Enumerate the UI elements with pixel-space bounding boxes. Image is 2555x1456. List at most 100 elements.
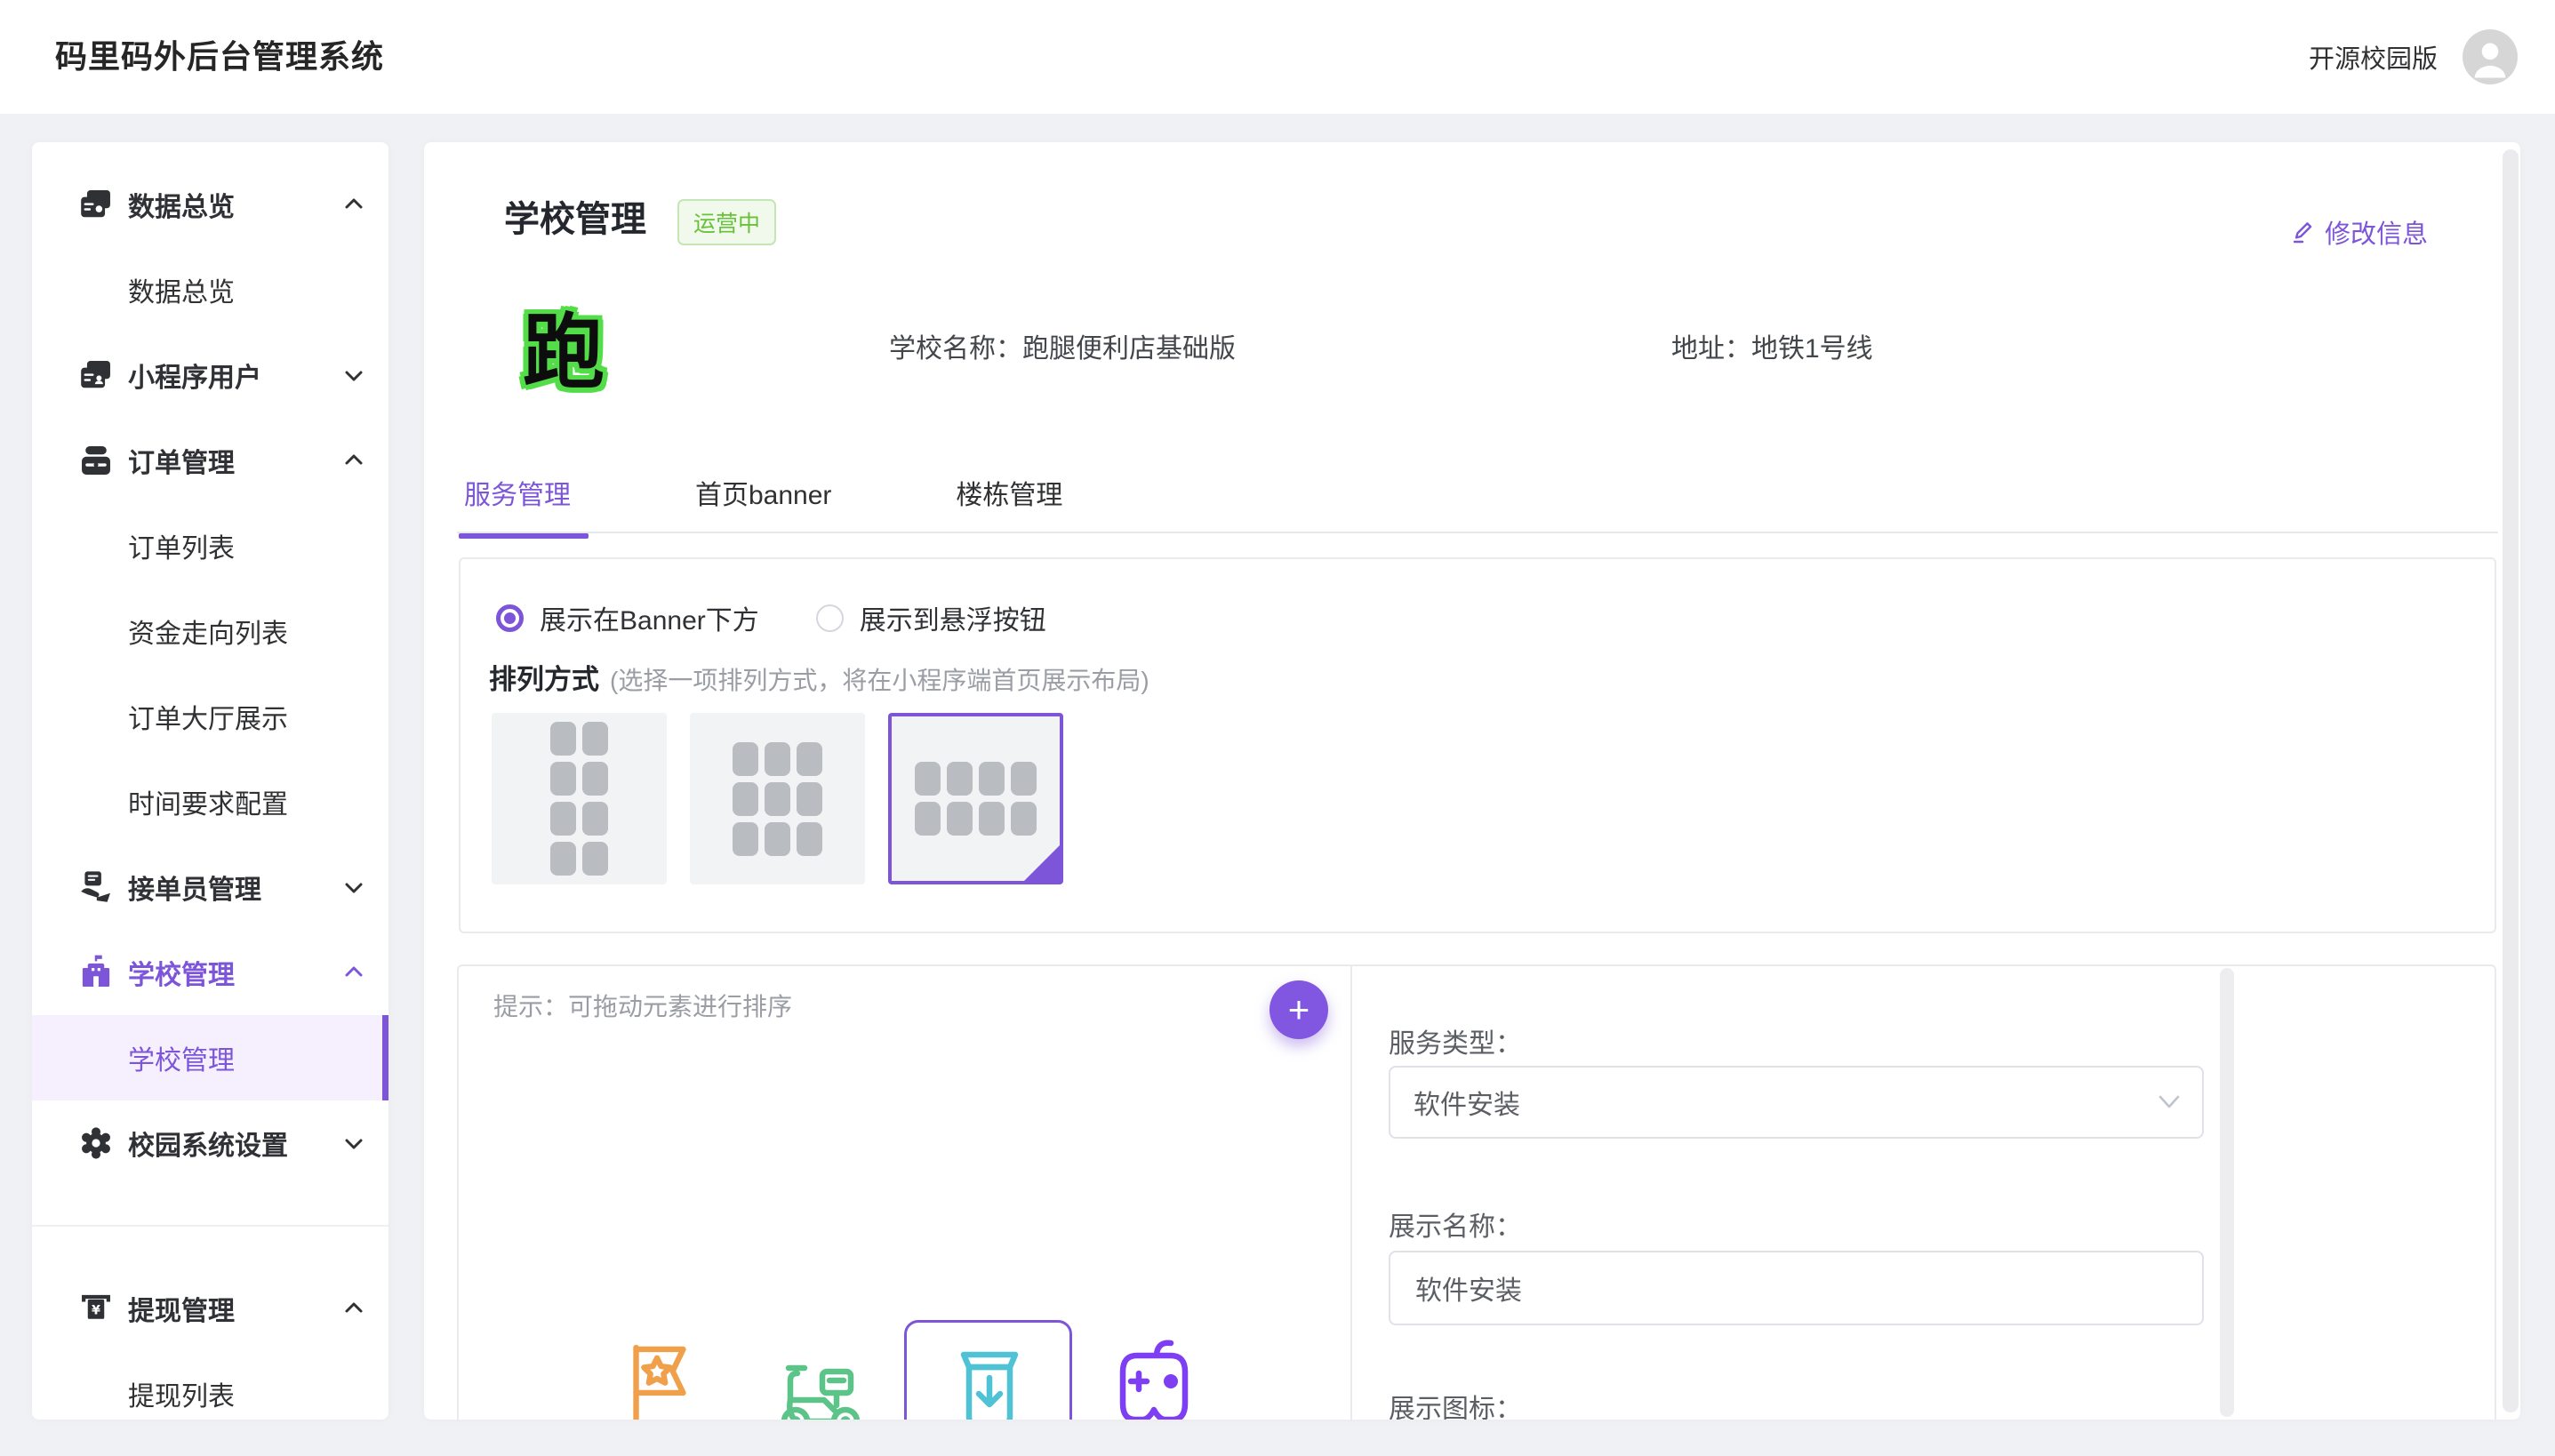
school-address-value: 地铁1号线 (1751, 334, 1873, 364)
sidebar-group-divider (32, 1225, 388, 1227)
school-address: 地址：地铁1号线 (1671, 326, 1873, 365)
edit-pen-icon (2292, 220, 2317, 244)
radio-banner-below-label: 展示在Banner下方 (540, 598, 759, 637)
chevron-up-icon (342, 961, 365, 984)
service-icon-selected-box[interactable] (904, 1320, 1072, 1420)
sidebar-item-label: 资金走向列表 (128, 612, 288, 651)
header-right: 开源校园版 (2309, 0, 2518, 114)
sidebar-item-data-overview[interactable]: 数据总览 (32, 162, 388, 247)
school-address-label: 地址： (1671, 334, 1751, 364)
display-options-panel: 展示在Banner下方 展示到悬浮按钮 排列方式 (选择一项排列方式，将在小程序… (459, 557, 2496, 933)
sidebar-item-label: 校园系统设置 (128, 1124, 288, 1163)
display-name-label: 展示名称： (1389, 1204, 1522, 1244)
sidebar-item-label: 订单列表 (128, 526, 235, 565)
sidebar-item-label: 提现列表 (128, 1374, 235, 1413)
school-name: 学校名称：跑腿便利店基础版 (889, 326, 1236, 365)
campus-settings-icon (76, 1124, 116, 1164)
layout-preview-grid (733, 742, 822, 856)
sidebar-subitem-data-overview[interactable]: 数据总览 (32, 247, 388, 332)
display-name-field[interactable] (1389, 1251, 2204, 1325)
add-service-button[interactable]: + (1269, 980, 1328, 1039)
service-type-select[interactable]: 软件安装 (1389, 1066, 2204, 1139)
radio-floating-button-label: 展示到悬浮按钮 (860, 598, 1046, 637)
sidebar-item-label: 订单管理 (128, 441, 235, 480)
withdraw-management-icon: ¥ (76, 1289, 116, 1329)
service-icon-flag-star[interactable] (615, 1338, 702, 1420)
service-icon-software-install (949, 1348, 1029, 1420)
form-scrollbar[interactable] (2220, 968, 2234, 1417)
panel-divider (1350, 966, 1352, 1420)
layout-option-3x3[interactable] (690, 713, 865, 884)
layout-option-4x2-selected[interactable] (888, 713, 1063, 884)
sidebar-item-mini-program-users[interactable]: 小程序用户 (32, 332, 388, 418)
service-icon-game-controller[interactable] (1107, 1334, 1201, 1420)
display-position-radio-group: 展示在Banner下方 展示到悬浮按钮 (496, 598, 1046, 637)
app-header: 码里码外后台管理系统 开源校园版 (0, 0, 2555, 114)
flag-star-icon (615, 1338, 702, 1420)
display-icon-label: 展示图标： (1389, 1387, 1522, 1420)
sidebar-item-label: 订单大厅展示 (128, 697, 288, 736)
layout-option-cards (492, 713, 1063, 884)
avatar[interactable] (2463, 29, 2518, 84)
chevron-down-icon (342, 1132, 365, 1155)
sidebar-item-label: 时间要求配置 (128, 782, 288, 821)
sidebar-item-courier-management[interactable]: 接单员管理 (32, 844, 388, 930)
tab-building-management[interactable]: 楼栋管理 (956, 473, 1062, 539)
edit-info-label: 修改信息 (2325, 213, 2428, 251)
delivery-scooter-icon (773, 1348, 869, 1420)
sidebar-subitem-funds-flow-list[interactable]: 资金走向列表 (32, 588, 388, 674)
mini-program-users-icon (76, 356, 116, 396)
game-controller-icon (1107, 1334, 1201, 1420)
radio-banner-below[interactable] (496, 604, 524, 632)
edition-label: 开源校园版 (2309, 38, 2438, 76)
sidebar-subitem-time-requirement-config[interactable]: 时间要求配置 (32, 759, 388, 844)
school-logo: 跑 (523, 286, 605, 404)
service-type-value: 软件安装 (1414, 1083, 1520, 1122)
chevron-up-icon (342, 449, 365, 472)
sidebar-subitem-order-list[interactable]: 订单列表 (32, 503, 388, 588)
chevron-up-icon (342, 1297, 365, 1320)
arrange-mode-row: 排列方式 (选择一项排列方式，将在小程序端首页展示布局) (489, 657, 1149, 697)
sidebar-item-withdraw-management[interactable]: ¥ 提现管理 (32, 1266, 388, 1351)
sidebar-item-label: 数据总览 (128, 185, 235, 224)
sidebar-item-label: 提现管理 (128, 1289, 235, 1328)
chevron-down-icon (342, 364, 365, 387)
display-name-input[interactable] (1414, 1272, 2146, 1304)
sidebar-item-order-management[interactable]: 订单管理 (32, 418, 388, 503)
sidebar-item-label: 学校管理 (128, 1038, 235, 1077)
data-overview-icon (76, 185, 116, 225)
sidebar-item-school-management[interactable]: 学校管理 (32, 930, 388, 1015)
app-title: 码里码外后台管理系统 (55, 0, 384, 114)
courier-management-icon (76, 868, 116, 908)
arrange-mode-label: 排列方式 (489, 657, 599, 697)
tab-divider (457, 532, 2498, 533)
sidebar-subitem-withdraw-list[interactable]: 提现列表 (32, 1351, 388, 1420)
layout-option-2x4[interactable] (492, 713, 667, 884)
sidebar-item-label: 小程序用户 (128, 356, 261, 395)
main-scrollbar[interactable] (2503, 149, 2519, 1412)
sidebar-item-label: 数据总览 (128, 270, 235, 309)
sidebar: 数据总览 数据总览 小程序用户 订单管理 订单列表 资金走向列表 订单大厅展示 … (32, 142, 388, 1420)
edit-info-link[interactable]: 修改信息 (2292, 213, 2428, 251)
school-name-label: 学校名称： (889, 334, 1022, 364)
sidebar-item-label: 接单员管理 (128, 868, 261, 907)
status-badge: 运营中 (677, 199, 776, 245)
tab-service-management[interactable]: 服务管理 (464, 473, 571, 539)
school-name-value: 跑腿便利店基础版 (1022, 334, 1236, 364)
sidebar-item-campus-settings[interactable]: 校园系统设置 (32, 1100, 388, 1186)
software-install-box-icon (949, 1348, 1029, 1420)
sidebar-item-label: 学校管理 (128, 953, 235, 992)
radio-floating-button[interactable] (816, 604, 844, 632)
chevron-down-icon (2158, 1093, 2181, 1111)
service-icon-delivery-scooter[interactable] (773, 1348, 869, 1420)
order-management-icon (76, 441, 116, 481)
layout-preview-grid (550, 722, 608, 876)
svg-text:¥: ¥ (92, 1304, 100, 1318)
tab-home-banner[interactable]: 首页banner (695, 473, 831, 539)
service-type-label: 服务类型： (1389, 1021, 1522, 1060)
layout-preview-grid (915, 762, 1037, 836)
sidebar-subitem-order-hall-display[interactable]: 订单大厅展示 (32, 674, 388, 759)
sidebar-subitem-school-management[interactable]: 学校管理 (32, 1015, 388, 1100)
chevron-up-icon (342, 193, 365, 216)
page-title: 学校管理 (504, 190, 646, 242)
